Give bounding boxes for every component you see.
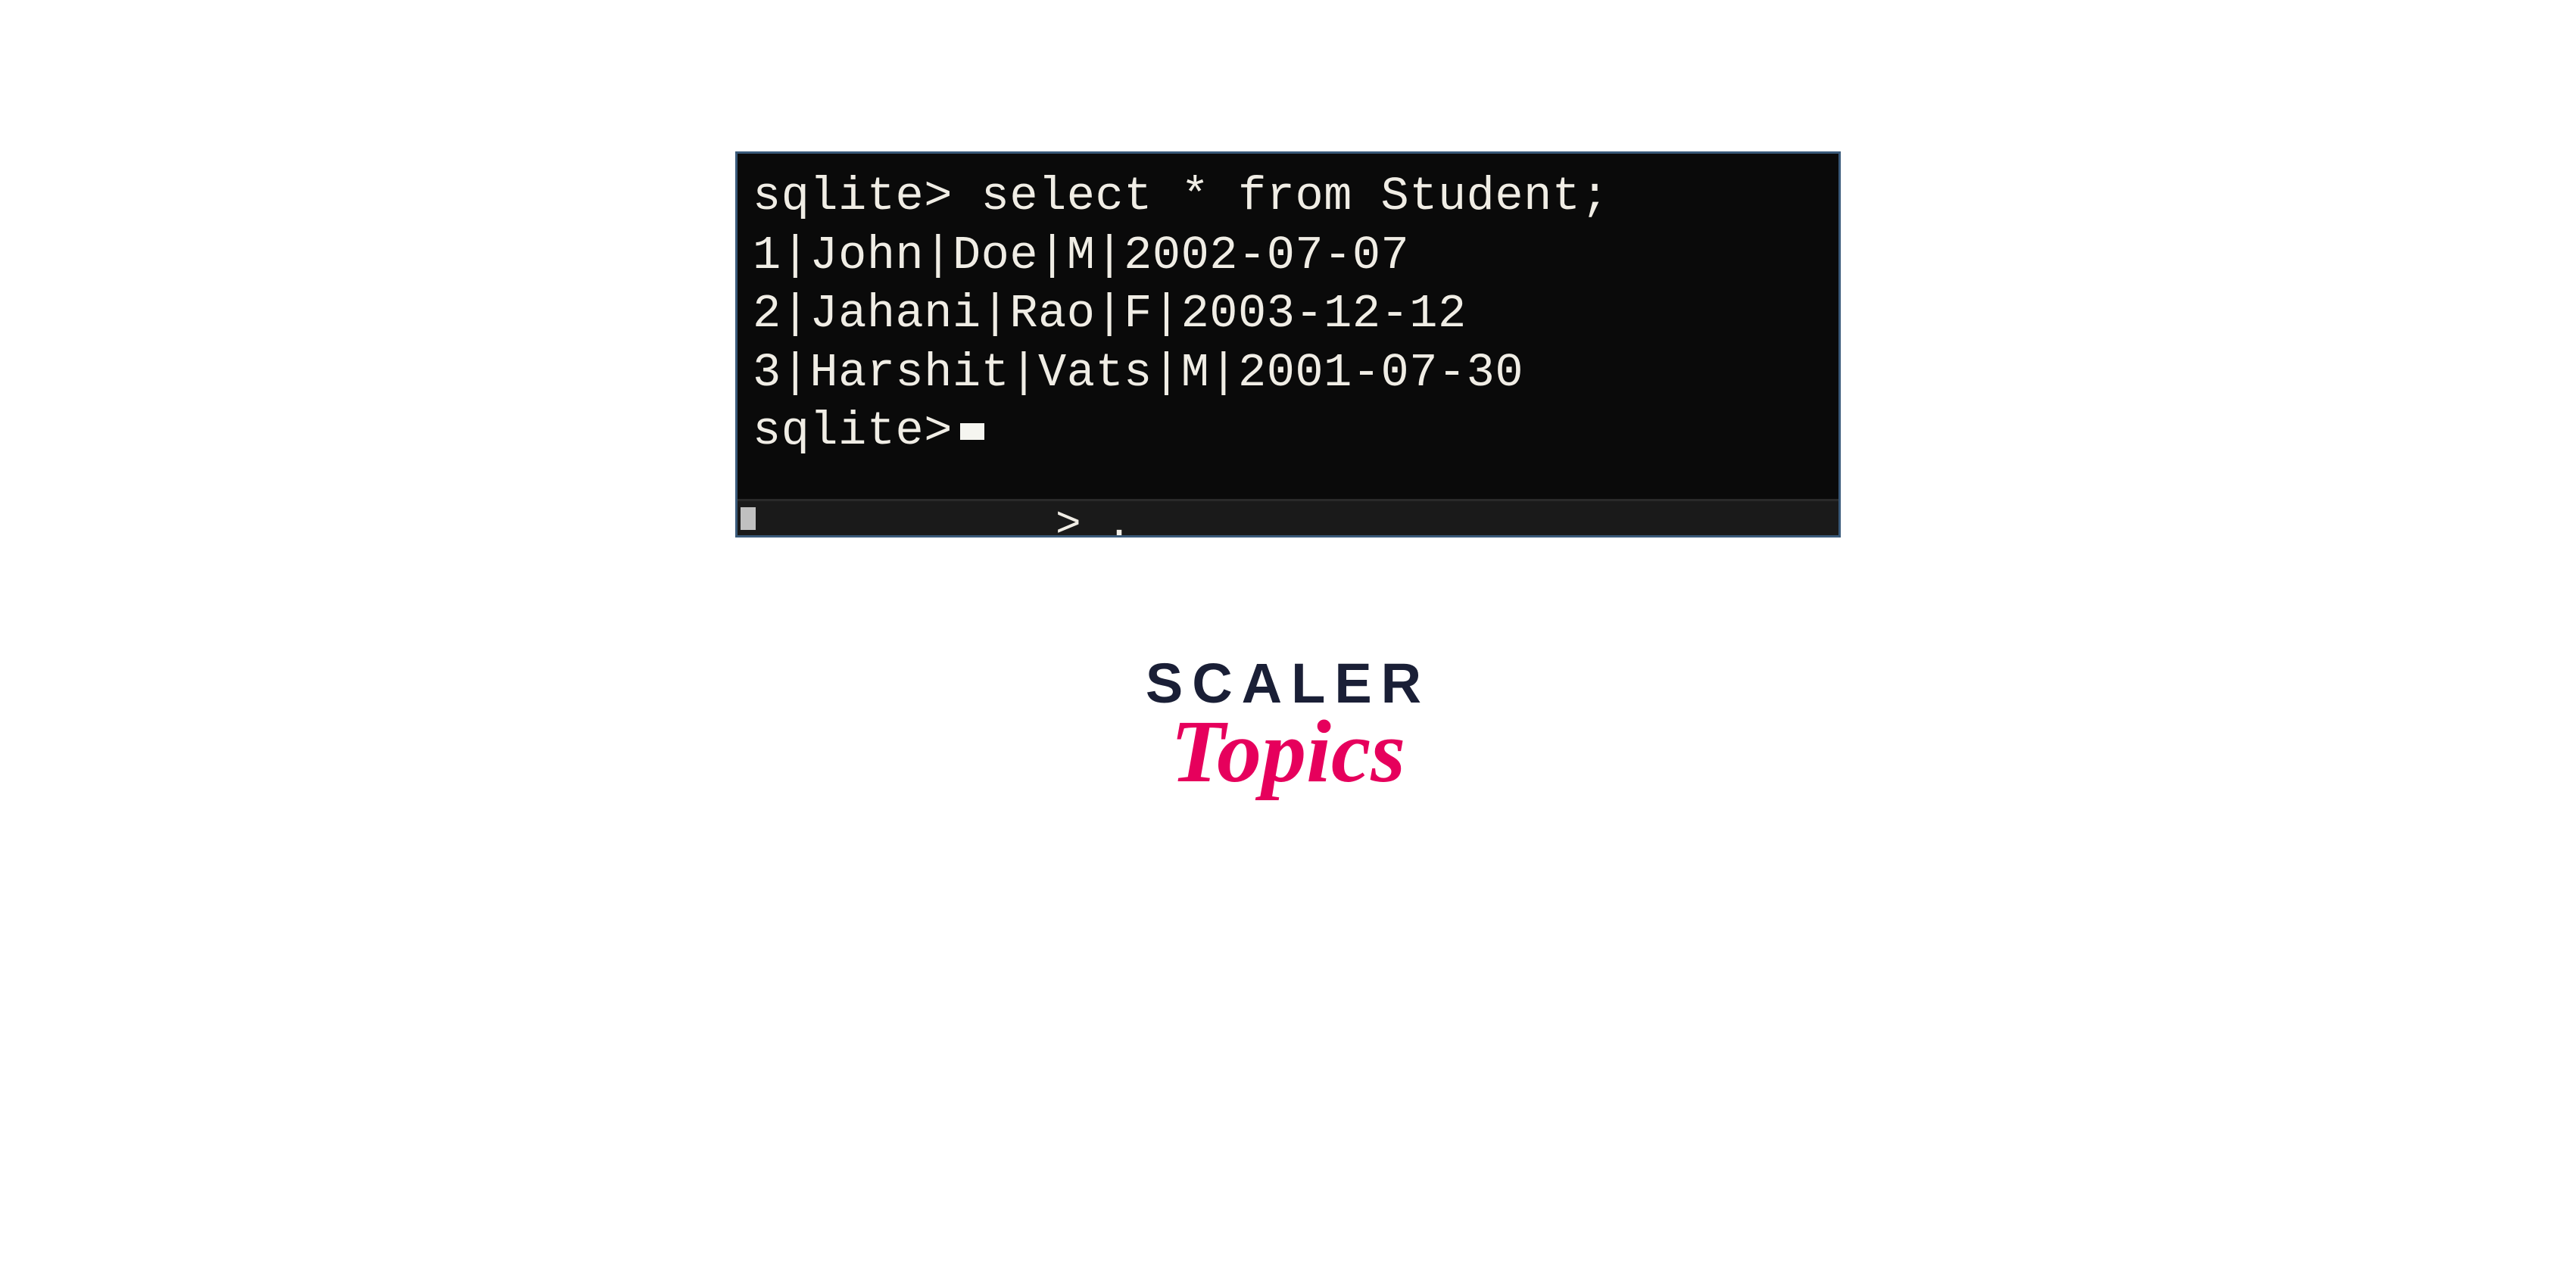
- scaler-topics-logo: SCALER Topics: [1146, 651, 1430, 803]
- command-text: select * from Student;: [981, 170, 1610, 223]
- prompt-text-2: sqlite>: [753, 404, 953, 458]
- result-row-3: 3|Harshit|Vats|M|2001-07-30: [753, 344, 1823, 403]
- cursor-icon: [960, 423, 984, 440]
- logo-line-2: Topics: [1146, 700, 1430, 803]
- result-row-1: 1|John|Doe|M|2002-07-07: [753, 226, 1823, 285]
- terminal-prompt-line: sqlite>: [753, 402, 1823, 461]
- faint-continuation: > .: [1056, 498, 1132, 538]
- result-row-2: 2|Jahani|Rao|F|2003-12-12: [753, 285, 1823, 344]
- terminal-command-line: sqlite> select * from Student;: [753, 167, 1823, 226]
- scroll-thumb[interactable]: [741, 507, 756, 530]
- prompt-text: sqlite>: [753, 170, 953, 223]
- sqlite-terminal[interactable]: sqlite> select * from Student; 1|John|Do…: [735, 151, 1841, 538]
- terminal-scrollbar[interactable]: > .: [738, 499, 1838, 535]
